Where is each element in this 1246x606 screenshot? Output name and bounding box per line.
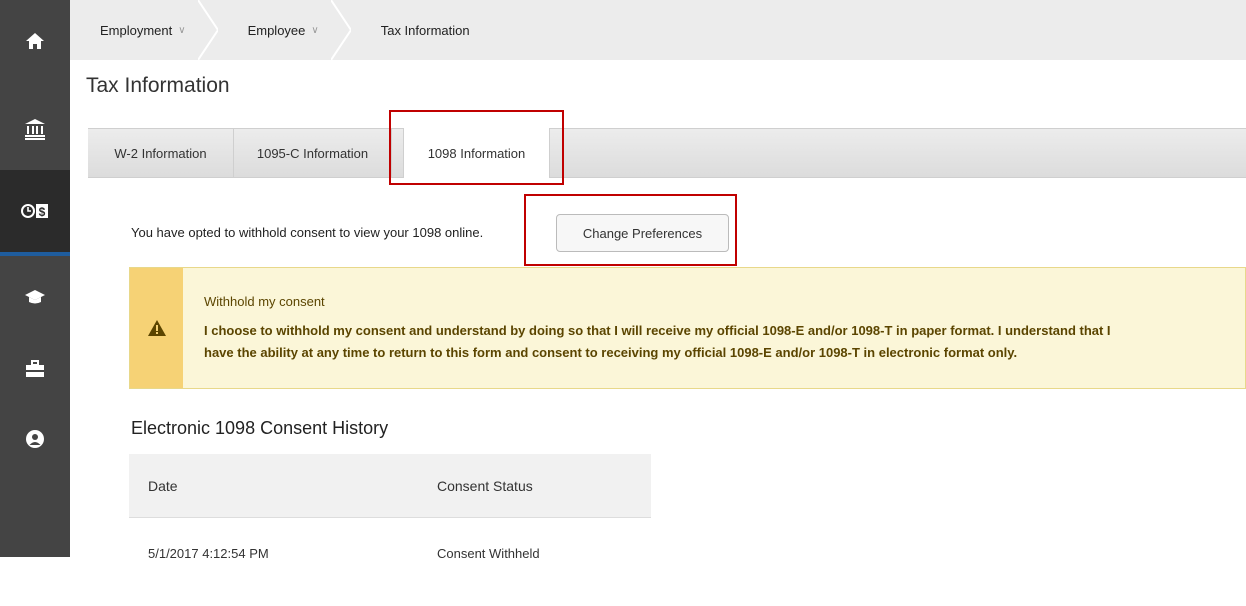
alert-body-line: I choose to withhold my consent and unde… [204,320,1244,342]
consent-alert: Withhold my consent I choose to withhold… [129,267,1246,389]
warning-icon [147,319,167,337]
svg-text:$: $ [39,205,46,219]
table-row: 5/1/2017 4:12:54 PM Consent Withheld [129,518,651,606]
tab-w2-information[interactable]: W-2 Information [88,129,234,177]
bank-icon [24,118,46,140]
table-header-row: Date Consent Status [129,454,651,518]
tab-1095c-information[interactable]: 1095-C Information [234,129,392,177]
breadcrumb-label: Employment [100,23,172,38]
briefcase-icon [25,360,45,378]
consent-history-table: Date Consent Status 5/1/2017 4:12:54 PM … [129,454,651,606]
breadcrumb-item-employee[interactable]: Employee ∨ [218,0,351,60]
page-title: Tax Information [86,74,230,98]
consent-message: You have opted to withhold consent to vi… [131,225,483,240]
home-icon [25,31,45,51]
cell-consent-status: Consent Withheld [418,518,651,606]
tab-label: 1095-C Information [257,146,368,161]
breadcrumb-item-employment[interactable]: Employment ∨ [70,0,218,60]
cell-date: 5/1/2017 4:12:54 PM [129,518,418,606]
alert-body: I choose to withhold my consent and unde… [204,320,1244,364]
user-circle-icon [25,429,45,449]
nav-home[interactable] [0,0,70,82]
time-money-icon: $ [21,202,49,220]
breadcrumb: Employment ∨ Employee ∨ Tax Information [70,0,1246,60]
consent-history-title: Electronic 1098 Consent History [131,418,388,439]
nav-employment[interactable]: $ [0,170,70,256]
breadcrumb-separator [331,0,351,60]
highlight-box-tab [389,110,564,185]
column-header-consent-status: Consent Status [418,454,651,518]
tab-label: W-2 Information [114,146,206,161]
breadcrumb-separator [198,0,218,60]
alert-body-line: have the ability at any time to return t… [204,342,1244,364]
side-nav-rail: $ [0,0,70,557]
nav-academics[interactable] [0,256,70,338]
nav-finance[interactable] [0,88,70,170]
alert-icon-panel [130,268,183,388]
breadcrumb-label: Tax Information [381,23,470,38]
chevron-down-icon: ∨ [178,25,185,36]
chevron-down-icon: ∨ [311,25,318,36]
highlight-box-button [524,194,737,266]
tab-bar: W-2 Information 1095-C Information 1098 … [88,128,1246,178]
alert-heading: Withhold my consent [204,294,325,309]
nav-profile[interactable] [0,398,70,480]
breadcrumb-label: Employee [248,23,306,38]
breadcrumb-item-tax-information: Tax Information [351,0,502,60]
graduation-cap-icon [24,288,46,306]
column-header-date: Date [129,454,418,518]
